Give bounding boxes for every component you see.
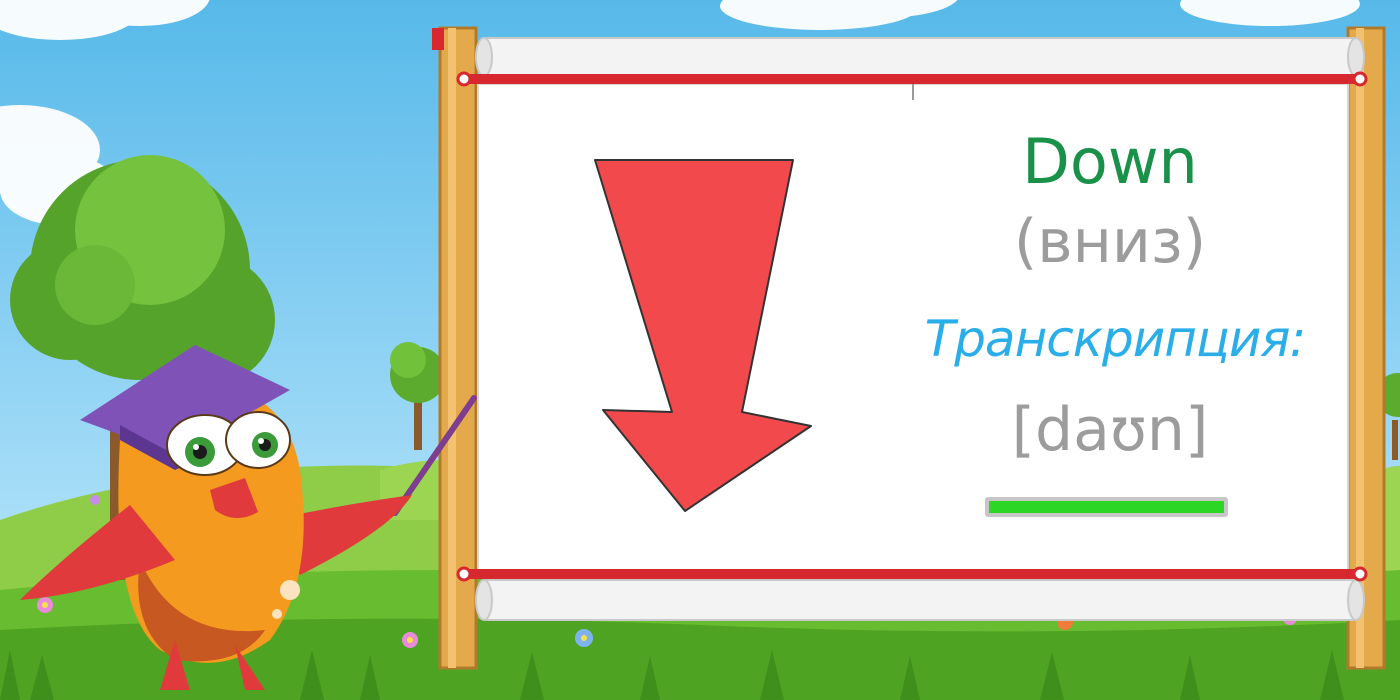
transcription-label: Транскрипция: (924, 310, 1307, 368)
english-word: Down (1022, 125, 1198, 198)
russian-translation: (вниз) (1013, 207, 1207, 277)
phonetic-transcription: [daʊn] (1011, 395, 1209, 465)
progress-bar (985, 497, 1228, 517)
progress-fill (989, 501, 1224, 513)
lesson-scene: Down (вниз) Транскрипция: [daʊn] (0, 0, 1400, 700)
